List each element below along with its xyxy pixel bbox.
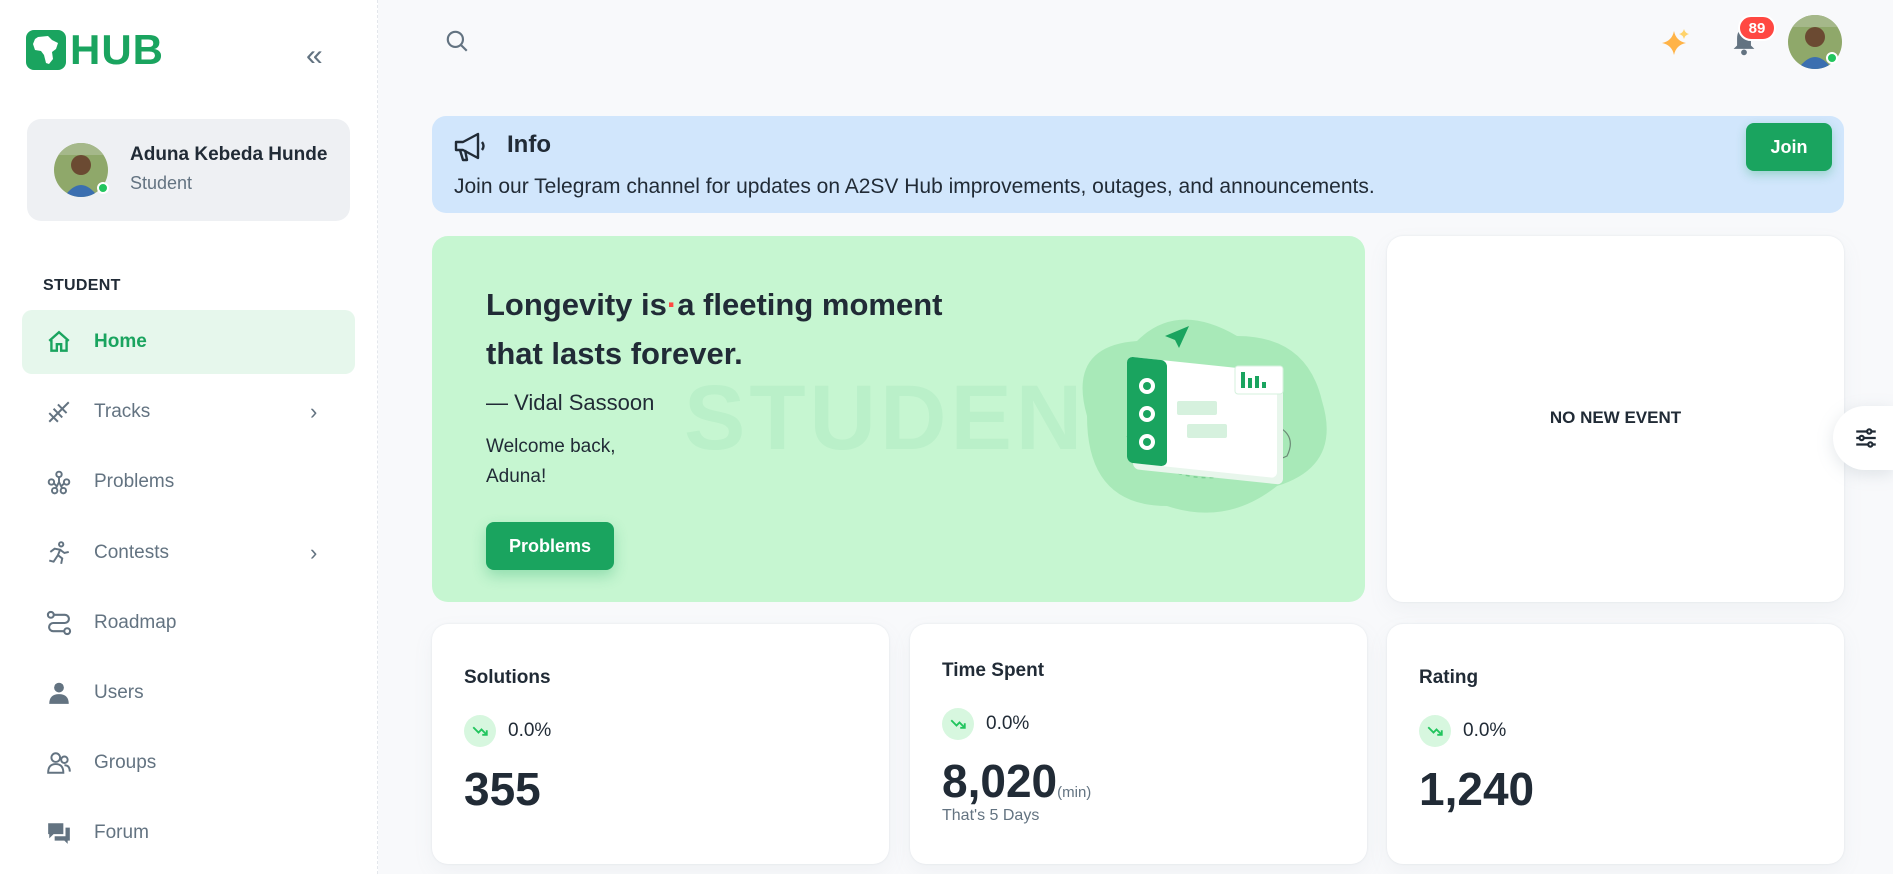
- chevron-right-icon: ›: [310, 540, 318, 565]
- trend-down-icon: [1419, 715, 1451, 747]
- stat-title: Time Spent: [942, 660, 1045, 681]
- problems-icon: [44, 467, 74, 497]
- stat-card-time-spent: Time Spent 0.0% 8,020(min) That's 5 Days: [910, 624, 1367, 864]
- tracks-icon: [44, 397, 74, 427]
- stat-trend: 0.0%: [464, 715, 551, 747]
- sidebar-item-groups[interactable]: Groups: [22, 731, 355, 795]
- sidebar-item-roadmap[interactable]: Roadmap: [22, 591, 355, 655]
- forum-icon: [44, 818, 74, 848]
- stat-card-solutions: Solutions 0.0% 355: [432, 624, 889, 864]
- nav-section-label: STUDENT: [43, 277, 121, 294]
- megaphone-icon: [452, 130, 488, 169]
- quote-part: Longevity is: [486, 287, 667, 322]
- quote-part: that lasts forever.: [486, 336, 743, 371]
- user-name: Aduna Kebeda Hunde: [130, 144, 328, 165]
- stat-number: 8,020: [942, 755, 1058, 807]
- sidebar-item-label: Tracks: [94, 401, 151, 422]
- sidebar-item-label: Users: [94, 682, 144, 703]
- stat-trend: 0.0%: [1419, 715, 1506, 747]
- chevron-right-icon: ›: [310, 399, 318, 424]
- trend-value: 0.0%: [1463, 720, 1507, 741]
- sidebar-item-tracks[interactable]: Tracks ›: [22, 380, 355, 444]
- info-title: Info: [507, 131, 551, 158]
- sidebar-item-label: Forum: [94, 822, 149, 843]
- search-icon[interactable]: [444, 28, 470, 59]
- sidebar-item-home[interactable]: Home: [22, 310, 355, 374]
- contests-icon: [44, 538, 74, 568]
- trend-down-icon: [464, 715, 496, 747]
- user-card[interactable]: Aduna Kebeda Hunde Student: [27, 119, 350, 221]
- sidebar-item-contests[interactable]: Contests ›: [22, 521, 355, 585]
- logo-text: HUB: [70, 26, 164, 73]
- stat-subtext: That's 5 Days: [942, 807, 1040, 824]
- collapse-sidebar-icon[interactable]: «: [306, 41, 336, 71]
- sparkle-icon[interactable]: [1660, 27, 1692, 64]
- problems-button[interactable]: Problems: [486, 522, 614, 570]
- welcome-text: Welcome back, Aduna!: [486, 436, 616, 487]
- sidebar-item-problems[interactable]: Problems: [22, 450, 355, 514]
- sidebar-item-label: Home: [94, 331, 147, 352]
- quote-part: a fleeting moment: [677, 287, 943, 322]
- stat-value: 355: [464, 763, 541, 815]
- stat-card-rating: Rating 0.0% 1,240: [1387, 624, 1844, 864]
- hero-card: STUDENT Longevity is·a fleeting moment t…: [432, 236, 1365, 602]
- groups-icon: [44, 748, 74, 778]
- online-status-icon: [97, 182, 109, 194]
- sidebar-item-label: Problems: [94, 471, 175, 492]
- trend-value: 0.0%: [986, 713, 1030, 734]
- roadmap-icon: [44, 608, 74, 638]
- sidebar-item-label: Roadmap: [94, 612, 177, 633]
- quote-author: — Vidal Sassoon: [486, 390, 655, 415]
- info-banner: Info Join our Telegram channel for updat…: [432, 116, 1844, 213]
- stat-title: Rating: [1419, 667, 1479, 688]
- notification-badge: 89: [1738, 15, 1776, 41]
- africa-logo-icon: [26, 30, 66, 70]
- logo[interactable]: HUB: [26, 26, 164, 73]
- sidebar-item-users[interactable]: Users: [22, 661, 355, 725]
- home-icon: [44, 327, 74, 357]
- sidebar-item-label: Groups: [94, 752, 157, 773]
- stat-unit: (min): [1057, 784, 1092, 801]
- join-button[interactable]: Join: [1746, 123, 1832, 171]
- dashboard-illustration-icon: [1047, 306, 1347, 531]
- stat-title: Solutions: [464, 667, 551, 688]
- user-role: Student: [130, 173, 193, 193]
- stat-trend: 0.0%: [942, 708, 1029, 740]
- trend-value: 0.0%: [508, 720, 552, 741]
- sidebar: HUB « Aduna Kebeda Hunde Student STUDENT…: [0, 0, 378, 874]
- online-status-icon: [1826, 52, 1838, 64]
- settings-sliders-icon[interactable]: [1833, 406, 1893, 470]
- trend-down-icon: [942, 708, 974, 740]
- sidebar-item-forum[interactable]: Forum: [22, 801, 355, 865]
- stat-value: 1,240: [1419, 763, 1535, 815]
- no-event-text: NO NEW EVENT: [1549, 408, 1682, 427]
- users-icon: [44, 678, 74, 708]
- sidebar-item-label: Contests: [94, 542, 169, 563]
- hero-quote: Longevity is·a fleeting moment that last…: [486, 287, 943, 371]
- info-text: Join our Telegram channel for updates on…: [454, 175, 1375, 198]
- events-card: NO NEW EVENT: [1387, 236, 1844, 602]
- stat-value: 8,020(min): [942, 754, 1091, 808]
